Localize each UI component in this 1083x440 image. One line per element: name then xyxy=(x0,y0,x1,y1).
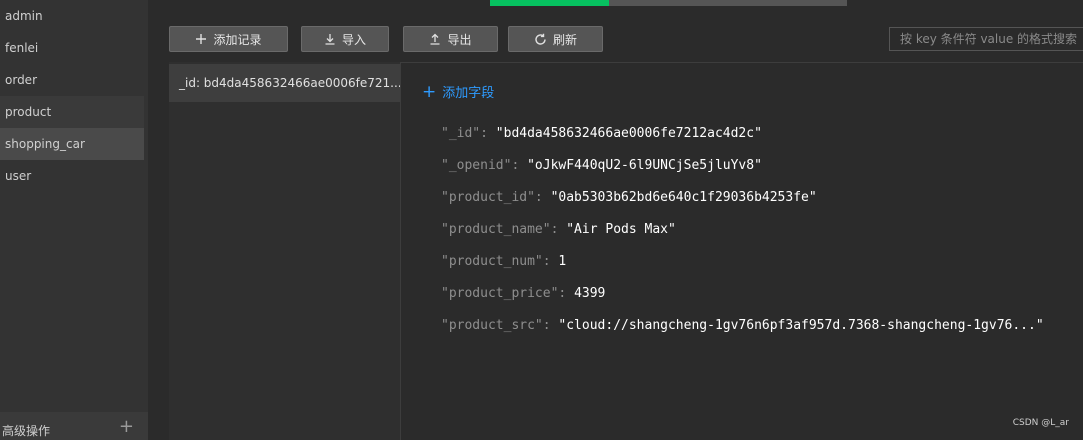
field-key: "product_id" xyxy=(441,190,535,205)
field-value: "bd4da458632466ae0006fe7212ac4d2c" xyxy=(495,126,762,141)
field-key: "product_num" xyxy=(441,254,543,269)
collection-item-user[interactable]: user xyxy=(0,160,144,192)
field-row[interactable]: "_openid": "oJkwF440qU2-6l9UNCjSe5jluYv8… xyxy=(441,158,762,173)
field-value: "Air Pods Max" xyxy=(566,222,676,237)
add-record-button[interactable]: 添加记录 xyxy=(169,26,288,52)
import-button[interactable]: 导入 xyxy=(301,26,389,52)
field-row[interactable]: "product_src": "cloud://shangcheng-1gv76… xyxy=(441,318,1044,333)
download-icon xyxy=(324,33,336,45)
record-list: _id: bd4da458632466ae0006fe721... xyxy=(169,62,401,440)
field-separator: : xyxy=(542,318,559,333)
collection-item-product[interactable]: product xyxy=(0,96,144,128)
collection-sidebar: admin fenlei order product shopping_car … xyxy=(0,0,148,440)
refresh-label: 刷新 xyxy=(552,32,577,47)
export-button[interactable]: 导出 xyxy=(403,26,498,52)
export-label: 导出 xyxy=(447,32,472,47)
field-key: "_id" xyxy=(441,126,481,141)
collection-item-fenlei[interactable]: fenlei xyxy=(0,32,144,64)
record-item[interactable]: _id: bd4da458632466ae0006fe721... xyxy=(169,64,400,102)
field-value: "cloud://shangcheng-1gv76n6pf3af957d.736… xyxy=(558,318,1044,333)
field-separator: : xyxy=(534,190,551,205)
advanced-operations-label: 高级操作 xyxy=(2,424,51,438)
field-separator: : xyxy=(542,254,559,269)
field-separator: : xyxy=(558,286,575,301)
field-row[interactable]: "product_price": 4399 xyxy=(441,286,605,301)
field-value: 1 xyxy=(558,254,567,269)
collection-item-admin[interactable]: admin xyxy=(0,0,144,32)
field-separator: : xyxy=(550,222,567,237)
add-record-label: 添加记录 xyxy=(213,32,262,47)
add-field-button[interactable]: + 添加字段 xyxy=(422,82,494,101)
search-input[interactable]: 按 key 条件符 value 的格式搜索 xyxy=(889,27,1083,51)
refresh-button[interactable]: 刷新 xyxy=(508,26,603,52)
field-row[interactable]: "product_num": 1 xyxy=(441,254,566,269)
tab-permissions[interactable] xyxy=(728,0,847,6)
upload-icon xyxy=(429,33,441,45)
field-key: "product_price" xyxy=(441,286,559,301)
field-separator: : xyxy=(511,158,528,173)
top-tab-strip xyxy=(490,0,848,6)
field-value: 4399 xyxy=(574,286,606,301)
field-value: "oJkwF440qU2-6l9UNCjSe5jluYv8" xyxy=(527,158,762,173)
field-value: "0ab5303b62bd6e640c1f29036b4253fe" xyxy=(550,190,817,205)
tab-indexes[interactable] xyxy=(609,0,728,6)
refresh-icon xyxy=(534,33,547,46)
import-label: 导入 xyxy=(341,32,366,47)
watermark: CSDN @L_ar xyxy=(1012,418,1069,428)
add-field-label: 添加字段 xyxy=(442,86,495,101)
field-row[interactable]: "product_name": "Air Pods Max" xyxy=(441,222,676,237)
field-row[interactable]: "_id": "bd4da458632466ae0006fe7212ac4d2c… xyxy=(441,126,762,141)
collection-item-shopping-car[interactable]: shopping_car xyxy=(0,128,144,160)
collection-item-order[interactable]: order xyxy=(0,64,144,96)
plus-icon xyxy=(195,33,207,45)
field-key: "product_name" xyxy=(441,222,551,237)
field-separator: : xyxy=(480,126,496,141)
plus-icon: + xyxy=(422,81,437,102)
field-key: "_openid" xyxy=(441,158,512,173)
field-row[interactable]: "product_id": "0ab5303b62bd6e640c1f29036… xyxy=(441,190,817,205)
add-icon[interactable]: + xyxy=(119,418,134,436)
field-key: "product_src" xyxy=(441,318,543,333)
advanced-operations-bar[interactable]: 高级操作 + xyxy=(0,412,148,440)
tab-records[interactable] xyxy=(490,0,609,6)
